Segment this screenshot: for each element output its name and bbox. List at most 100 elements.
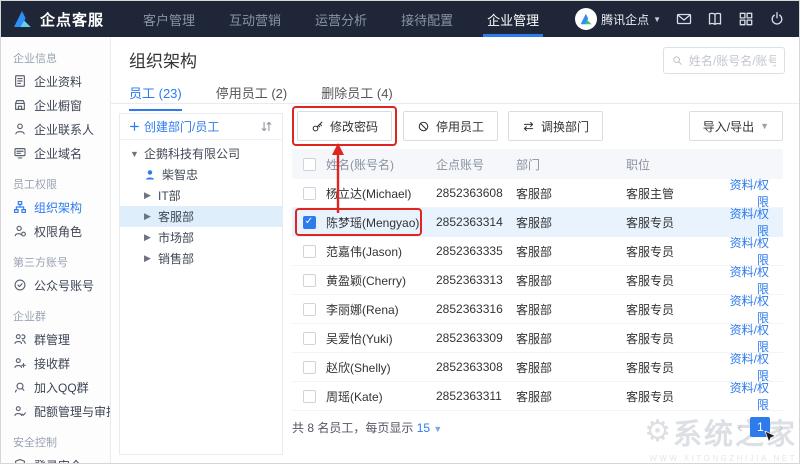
row-checkbox[interactable]: ✓ bbox=[302, 215, 316, 229]
row-checkbox[interactable] bbox=[302, 331, 316, 345]
sidebar-item-person-gear[interactable]: 权限角色 bbox=[1, 219, 110, 243]
tab-1[interactable]: 停用员工 (2) bbox=[216, 83, 288, 111]
department-tree-panel: 创建部门/员工 ▼ 企鹅科技有限公司 柴智忠 ▶ IT部 ▶ 客服部 ▶ 市场部 ▶ 销售部 bbox=[119, 113, 283, 455]
employee-table-area: 修改密码 停用员工 调换部门 导入/导出 ▼ 姓名(账号名) 企点账号 部门 职… bbox=[292, 106, 783, 463]
sidebar-item-badge[interactable]: 公众号账号 bbox=[1, 273, 110, 297]
tree-node-employee[interactable]: 柴智忠 bbox=[120, 164, 282, 185]
nav-item-0[interactable]: 客户管理 bbox=[126, 1, 212, 37]
sidebar-item-shop[interactable]: 企业橱窗 bbox=[1, 93, 110, 117]
caret-down-icon[interactable]: ▼ bbox=[130, 149, 139, 159]
logout-icon[interactable] bbox=[769, 11, 785, 27]
select-all-checkbox[interactable] bbox=[302, 157, 316, 171]
column-header-name: 姓名(账号名) bbox=[326, 157, 394, 172]
account-name: 腾讯企点 bbox=[601, 12, 650, 27]
sidebar-section-title: 企业群 bbox=[13, 311, 46, 323]
employee-name: 柴智忠 bbox=[162, 168, 199, 182]
cell-account: 2852363309 bbox=[436, 331, 503, 345]
swap-arrows-icon bbox=[522, 120, 535, 133]
nav-item-2[interactable]: 运营分析 bbox=[298, 1, 384, 37]
sidebar-item-monitor[interactable]: 企业域名 bbox=[1, 141, 110, 165]
sidebar-section-title: 企业信息 bbox=[13, 53, 57, 65]
profile-permission-link[interactable]: 资料/权限 bbox=[730, 381, 769, 412]
caret-right-icon[interactable]: ▶ bbox=[144, 190, 152, 201]
table-header-row: 姓名(账号名) 企点账号 部门 职位 bbox=[292, 149, 783, 179]
nav-item-1[interactable]: 互动营销 bbox=[212, 1, 298, 37]
page-size-select[interactable]: 15 bbox=[417, 421, 430, 435]
table-row[interactable]: 杨立达(Michael) 2852363608 客服部 客服主管 资料/权限 bbox=[292, 178, 783, 209]
sidebar-item-qq[interactable]: 加入QQ群 bbox=[1, 375, 110, 399]
search-input[interactable] bbox=[688, 53, 776, 68]
mail-icon[interactable] bbox=[676, 11, 692, 27]
tab-2[interactable]: 删除员工 (4) bbox=[321, 83, 393, 111]
nav-item-3[interactable]: 接待配置 bbox=[384, 1, 470, 37]
caret-right-icon[interactable]: ▶ bbox=[144, 253, 152, 264]
cell-position: 客服专员 bbox=[626, 273, 675, 288]
row-checkbox[interactable] bbox=[302, 273, 316, 287]
mouse-cursor-icon bbox=[764, 431, 777, 443]
row-checkbox[interactable] bbox=[302, 244, 316, 258]
account-menu[interactable]: 腾讯企点 ▼ bbox=[575, 8, 661, 30]
sidebar-item-person[interactable]: 企业联系人 bbox=[1, 117, 110, 141]
brand[interactable]: 企点客服 bbox=[1, 9, 126, 30]
transfer-department-button[interactable]: 调换部门 bbox=[508, 111, 604, 141]
tree-node-department[interactable]: ▶ 销售部 bbox=[120, 248, 282, 269]
department-name: IT部 bbox=[158, 189, 181, 203]
import-export-button[interactable]: 导入/导出 ▼ bbox=[688, 111, 783, 141]
help-book-icon[interactable] bbox=[707, 11, 723, 27]
tree-node-department[interactable]: ▶ 市场部 bbox=[120, 227, 282, 248]
row-checkbox[interactable] bbox=[302, 302, 316, 316]
chevron-down-icon: ▼ bbox=[760, 121, 769, 131]
department-name: 客服部 bbox=[158, 210, 195, 224]
cell-name: 周瑶(Kate) bbox=[326, 389, 383, 404]
cell-position: 客服专员 bbox=[626, 215, 675, 230]
ban-icon bbox=[417, 120, 430, 133]
disable-employee-button[interactable]: 停用员工 bbox=[403, 111, 499, 141]
caret-right-icon[interactable]: ▶ bbox=[144, 211, 152, 222]
sidebar-item-shield[interactable]: 登录安全 bbox=[1, 453, 110, 463]
sidebar-item-label: 加入QQ群 bbox=[34, 380, 89, 395]
create-department-button[interactable]: 创建部门/员工 bbox=[129, 118, 219, 135]
cell-department: 客服部 bbox=[516, 389, 553, 404]
tab-0[interactable]: 员工 (23) bbox=[129, 83, 182, 111]
caret-right-icon[interactable]: ▶ bbox=[144, 232, 152, 243]
sidebar-item-people-plus[interactable]: 接收群 bbox=[1, 351, 110, 375]
table-row[interactable]: ✓ 陈梦瑶(Mengyao) 2852363314 客服部 客服专员 资料/权限 bbox=[292, 207, 783, 238]
cell-name: 吴爱怡(Yuki) bbox=[326, 331, 393, 346]
table-row[interactable]: 赵欣(Shelly) 2852363308 客服部 客服专员 资料/权限 bbox=[292, 352, 783, 383]
cell-position: 客服主管 bbox=[626, 186, 675, 201]
table-row[interactable]: 黄盈颖(Cherry) 2852363313 客服部 客服专员 资料/权限 bbox=[292, 265, 783, 296]
sort-icon[interactable] bbox=[260, 120, 273, 133]
doc-icon bbox=[13, 74, 27, 88]
prev-page-button[interactable]: ‹ bbox=[738, 419, 743, 435]
sidebar-item-label: 企业资料 bbox=[34, 74, 83, 89]
badge-icon bbox=[13, 278, 27, 292]
tree-node-department[interactable]: ▶ 客服部 bbox=[120, 206, 282, 227]
sidebar-item-people-check[interactable]: 配额管理与审批 bbox=[1, 399, 110, 423]
nav-item-4[interactable]: 企业管理 bbox=[470, 1, 556, 37]
shop-icon bbox=[13, 98, 27, 112]
sidebar-item-doc[interactable]: 企业资料 bbox=[1, 69, 110, 93]
table-row[interactable]: 周瑶(Kate) 2852363311 客服部 客服专员 资料/权限 bbox=[292, 381, 783, 412]
sidebar-item-people[interactable]: 群管理 bbox=[1, 327, 110, 351]
cell-account: 2852363316 bbox=[436, 302, 503, 316]
table-row[interactable]: 李丽娜(Rena) 2852363316 客服部 客服专员 资料/权限 bbox=[292, 294, 783, 325]
change-password-button[interactable]: 修改密码 bbox=[297, 111, 393, 141]
cell-name: 范嘉伟(Jason) bbox=[326, 244, 403, 259]
table-row[interactable]: 范嘉伟(Jason) 2852363335 客服部 客服专员 资料/权限 bbox=[292, 236, 783, 267]
row-checkbox[interactable] bbox=[302, 389, 316, 403]
tree-node-company[interactable]: ▼ 企鹅科技有限公司 bbox=[120, 143, 282, 164]
apps-grid-icon[interactable] bbox=[738, 11, 754, 27]
tree-node-department[interactable]: ▶ IT部 bbox=[120, 185, 282, 206]
tree-departments: ▶ IT部 ▶ 客服部 ▶ 市场部 ▶ 销售部 bbox=[120, 185, 282, 269]
sidebar-item-orgchart[interactable]: 组织架构 bbox=[1, 195, 110, 219]
table-row[interactable]: 吴爱怡(Yuki) 2852363309 客服部 客服专员 资料/权限 bbox=[292, 323, 783, 354]
brand-title: 企点客服 bbox=[40, 11, 105, 29]
people-plus-icon bbox=[13, 356, 27, 370]
cell-name: 赵欣(Shelly) bbox=[326, 360, 391, 375]
chevron-down-icon: ▼ bbox=[433, 423, 443, 434]
row-checkbox[interactable] bbox=[302, 360, 316, 374]
next-page-button[interactable]: › bbox=[778, 419, 783, 435]
monitor-icon bbox=[13, 146, 27, 160]
row-checkbox[interactable] bbox=[302, 186, 316, 200]
page-1-button[interactable]: 1 bbox=[750, 417, 777, 443]
